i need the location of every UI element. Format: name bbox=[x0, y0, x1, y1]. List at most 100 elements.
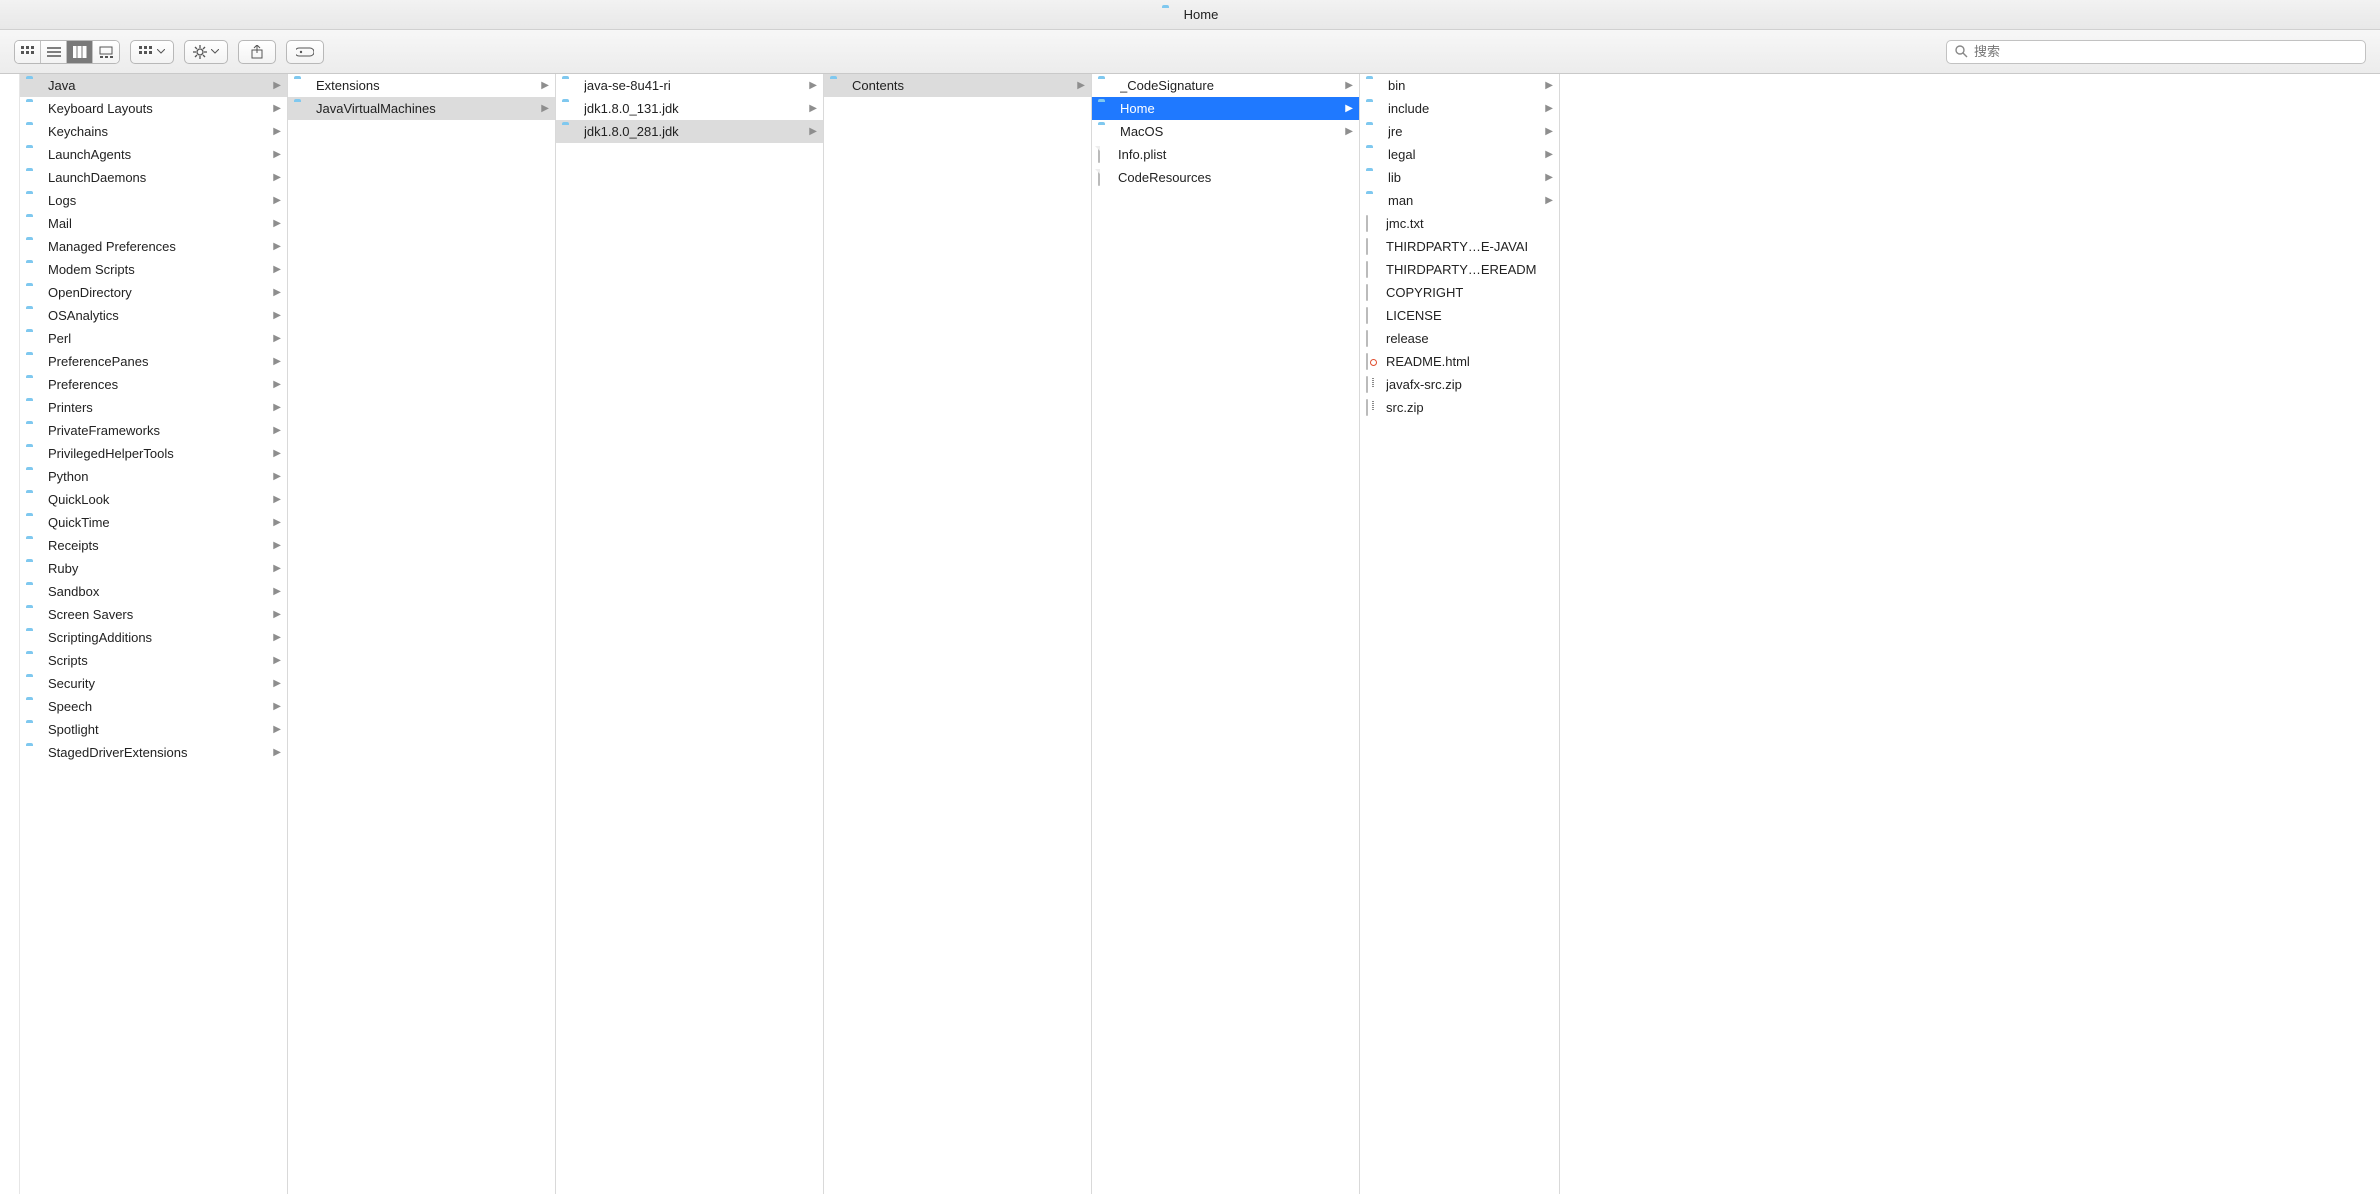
folder-item[interactable]: Extensions▶ bbox=[288, 74, 555, 97]
folder-item[interactable]: Ruby▶ bbox=[20, 557, 287, 580]
disclosure-chevron-icon: ▶ bbox=[1077, 80, 1085, 91]
disclosure-chevron-icon: ▶ bbox=[1545, 172, 1553, 183]
item-label: Extensions bbox=[316, 78, 535, 93]
folder-item[interactable]: lib▶ bbox=[1360, 166, 1559, 189]
disclosure-chevron-icon: ▶ bbox=[273, 218, 281, 229]
disclosure-chevron-icon: ▶ bbox=[273, 80, 281, 91]
item-label: _CodeSignature bbox=[1120, 78, 1339, 93]
folder-item[interactable]: Scripts▶ bbox=[20, 649, 287, 672]
folder-item[interactable]: Screen Savers▶ bbox=[20, 603, 287, 626]
folder-item[interactable]: bin▶ bbox=[1360, 74, 1559, 97]
file-item[interactable]: THIRDPARTY…E-JAVAI bbox=[1360, 235, 1559, 258]
file-item[interactable]: jmc.txt bbox=[1360, 212, 1559, 235]
item-label: Receipts bbox=[48, 538, 267, 553]
folder-item[interactable]: jdk1.8.0_281.jdk▶ bbox=[556, 120, 823, 143]
finder-window: Home bbox=[0, 0, 2380, 1194]
generic-file-icon bbox=[1366, 331, 1380, 347]
file-item[interactable]: THIRDPARTY…EREADM bbox=[1360, 258, 1559, 281]
folder-item[interactable]: Contents ▶ bbox=[824, 74, 1091, 97]
file-item[interactable]: javafx-src.zip bbox=[1360, 373, 1559, 396]
column-5[interactable]: bin▶include▶jre▶legal▶lib▶man▶jmc.txtTHI… bbox=[1360, 74, 1560, 1194]
folder-item[interactable]: man▶ bbox=[1360, 189, 1559, 212]
folder-item[interactable]: Sandbox▶ bbox=[20, 580, 287, 603]
file-item[interactable]: CodeResources bbox=[1092, 166, 1359, 189]
folder-item[interactable]: LaunchAgents▶ bbox=[20, 143, 287, 166]
folder-icon bbox=[26, 217, 42, 231]
disclosure-chevron-icon: ▶ bbox=[273, 517, 281, 528]
item-label: Managed Preferences bbox=[48, 239, 267, 254]
view-gallery-button[interactable] bbox=[93, 41, 119, 63]
column-2[interactable]: java-se-8u41-ri▶jdk1.8.0_131.jdk▶jdk1.8.… bbox=[556, 74, 824, 1194]
folder-item[interactable]: Logs▶ bbox=[20, 189, 287, 212]
disclosure-chevron-icon: ▶ bbox=[1345, 103, 1353, 114]
folder-item[interactable]: Preferences▶ bbox=[20, 373, 287, 396]
folder-item[interactable]: QuickLook▶ bbox=[20, 488, 287, 511]
folder-item[interactable]: StagedDriverExtensions▶ bbox=[20, 741, 287, 764]
item-label: man bbox=[1388, 193, 1539, 208]
folder-item[interactable]: Speech▶ bbox=[20, 695, 287, 718]
folder-icon bbox=[26, 424, 42, 438]
file-item[interactable]: src.zip bbox=[1360, 396, 1559, 419]
folder-item[interactable]: OpenDirectory▶ bbox=[20, 281, 287, 304]
window-titlebar[interactable]: Home bbox=[0, 0, 2380, 30]
item-label: Contents bbox=[852, 78, 1071, 93]
disclosure-chevron-icon: ▶ bbox=[1545, 80, 1553, 91]
view-list-button[interactable] bbox=[41, 41, 67, 63]
column-4[interactable]: _CodeSignature▶Home▶MacOS▶Info.plistCode… bbox=[1092, 74, 1360, 1194]
column-3[interactable]: Contents ▶ bbox=[824, 74, 1092, 1194]
folder-item[interactable]: Keyboard Layouts▶ bbox=[20, 97, 287, 120]
column-1[interactable]: Extensions▶JavaVirtualMachines▶ bbox=[288, 74, 556, 1194]
folder-item[interactable]: LaunchDaemons▶ bbox=[20, 166, 287, 189]
column-0[interactable]: Java▶Keyboard Layouts▶Keychains▶LaunchAg… bbox=[20, 74, 288, 1194]
folder-item[interactable]: ScriptingAdditions▶ bbox=[20, 626, 287, 649]
folder-item[interactable]: jdk1.8.0_131.jdk▶ bbox=[556, 97, 823, 120]
view-icon-grid-button[interactable] bbox=[15, 41, 41, 63]
file-item[interactable]: release bbox=[1360, 327, 1559, 350]
folder-item[interactable]: Keychains▶ bbox=[20, 120, 287, 143]
gear-icon bbox=[193, 45, 207, 59]
item-label: COPYRIGHT bbox=[1386, 285, 1553, 300]
item-label: Sandbox bbox=[48, 584, 267, 599]
folder-item[interactable]: Java▶ bbox=[20, 74, 287, 97]
folder-item[interactable]: Receipts▶ bbox=[20, 534, 287, 557]
folder-item[interactable]: PreferencePanes▶ bbox=[20, 350, 287, 373]
folder-item[interactable]: jre▶ bbox=[1360, 120, 1559, 143]
folder-item[interactable]: _CodeSignature▶ bbox=[1092, 74, 1359, 97]
folder-item[interactable]: Home▶ bbox=[1092, 97, 1359, 120]
share-button[interactable] bbox=[238, 40, 276, 64]
folder-icon bbox=[294, 79, 310, 93]
folder-item[interactable]: JavaVirtualMachines▶ bbox=[288, 97, 555, 120]
folder-item[interactable]: QuickTime▶ bbox=[20, 511, 287, 534]
sidebar-edge bbox=[0, 74, 20, 1194]
file-item[interactable]: LICENSE bbox=[1360, 304, 1559, 327]
folder-icon bbox=[26, 493, 42, 507]
folder-item[interactable]: include▶ bbox=[1360, 97, 1559, 120]
folder-item[interactable]: MacOS▶ bbox=[1092, 120, 1359, 143]
search-input[interactable] bbox=[1974, 44, 2357, 59]
search-field[interactable] bbox=[1946, 40, 2366, 64]
disclosure-chevron-icon: ▶ bbox=[273, 724, 281, 735]
folder-item[interactable]: PrivateFrameworks▶ bbox=[20, 419, 287, 442]
folder-item[interactable]: java-se-8u41-ri▶ bbox=[556, 74, 823, 97]
folder-icon bbox=[26, 562, 42, 576]
action-menu-button[interactable] bbox=[184, 40, 228, 64]
file-item[interactable]: README.html bbox=[1360, 350, 1559, 373]
tags-button[interactable] bbox=[286, 40, 324, 64]
file-item[interactable]: COPYRIGHT bbox=[1360, 281, 1559, 304]
folder-item[interactable]: Security▶ bbox=[20, 672, 287, 695]
folder-item[interactable]: legal▶ bbox=[1360, 143, 1559, 166]
view-column-button[interactable] bbox=[67, 41, 93, 63]
file-item[interactable]: Info.plist bbox=[1092, 143, 1359, 166]
folder-item[interactable]: Modem Scripts▶ bbox=[20, 258, 287, 281]
folder-item[interactable]: Perl▶ bbox=[20, 327, 287, 350]
folder-item[interactable]: PrivilegedHelperTools▶ bbox=[20, 442, 287, 465]
folder-icon bbox=[26, 447, 42, 461]
group-by-button[interactable] bbox=[130, 40, 174, 64]
folder-item[interactable]: Managed Preferences▶ bbox=[20, 235, 287, 258]
folder-icon bbox=[26, 516, 42, 530]
folder-item[interactable]: Python▶ bbox=[20, 465, 287, 488]
folder-item[interactable]: Printers▶ bbox=[20, 396, 287, 419]
folder-item[interactable]: Mail▶ bbox=[20, 212, 287, 235]
folder-item[interactable]: Spotlight▶ bbox=[20, 718, 287, 741]
folder-item[interactable]: OSAnalytics▶ bbox=[20, 304, 287, 327]
